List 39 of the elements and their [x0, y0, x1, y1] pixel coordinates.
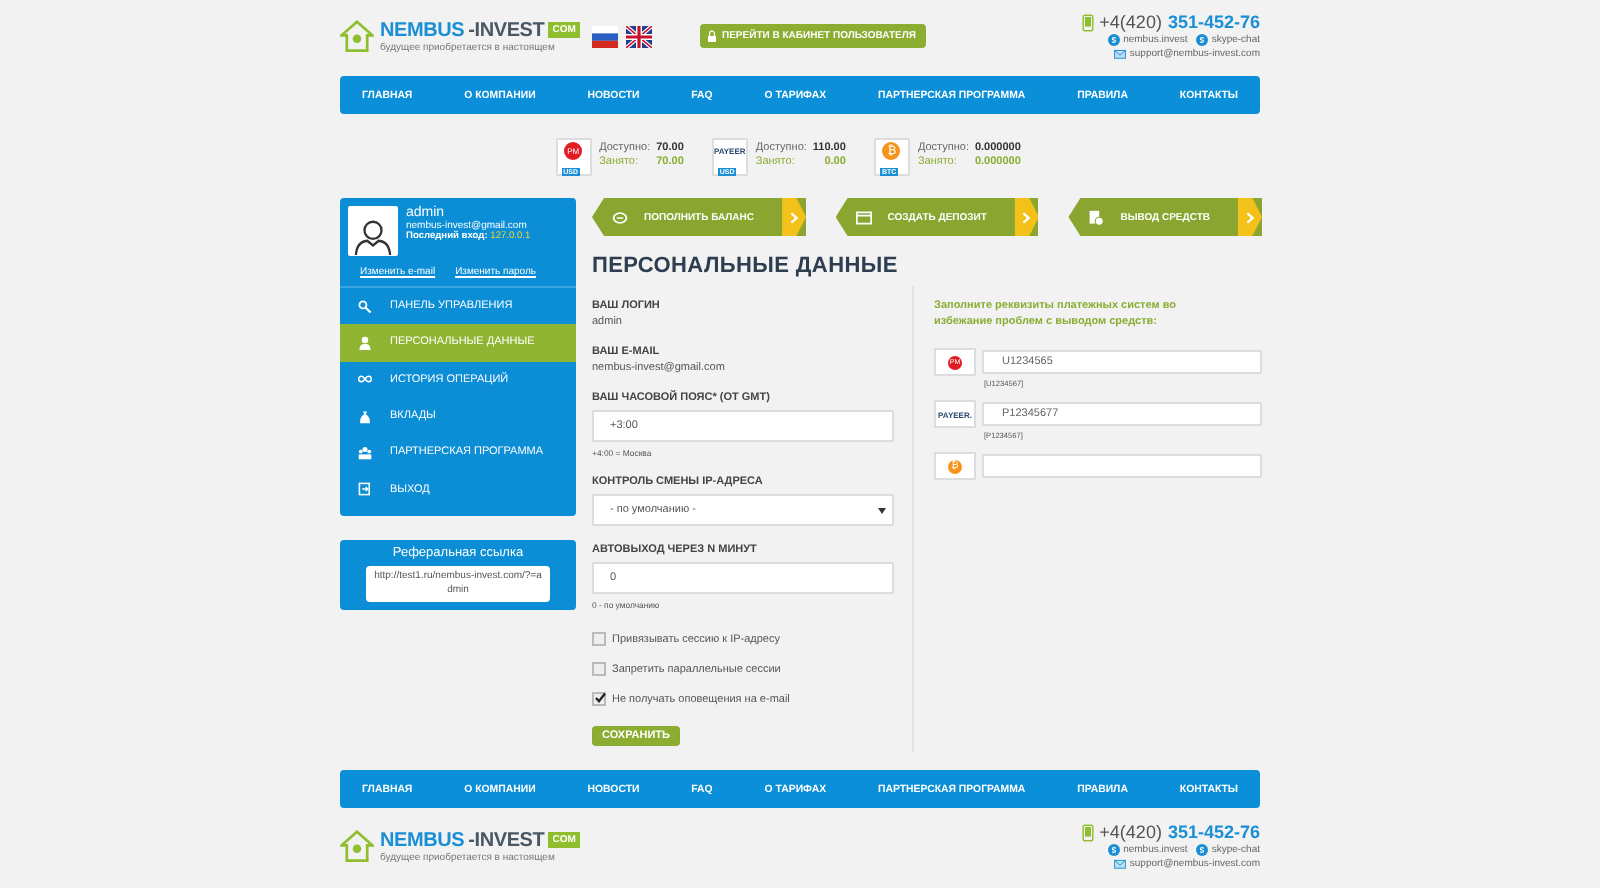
skype-icon — [1195, 34, 1208, 46]
phone-number: 351-452-76 — [1167, 12, 1260, 32]
phone-prefix: +4(420) — [1099, 12, 1162, 32]
logo-text: -INVEST — [468, 829, 545, 851]
person-icon — [358, 335, 372, 350]
phone-prefix: +4(420) — [1099, 822, 1162, 842]
skype-icon — [1107, 34, 1120, 46]
document-icon — [1088, 209, 1105, 225]
phone-icon — [1081, 13, 1094, 31]
mail-icon — [1113, 858, 1126, 870]
checkbox[interactable] — [592, 692, 606, 706]
russia-flag-icon — [592, 25, 618, 47]
chevron-icon — [790, 211, 799, 223]
wallet-input[interactable] — [982, 454, 1262, 478]
logo-text: NEMBUS — [380, 19, 465, 41]
logout-icon — [358, 482, 372, 497]
logo-text: NEMBUS — [380, 829, 465, 851]
checkbox[interactable] — [592, 662, 606, 676]
group-icon — [358, 445, 372, 460]
checkbox[interactable] — [592, 632, 606, 646]
skype-icon — [1107, 844, 1120, 856]
chevron-icon — [1022, 211, 1031, 223]
phone-number: 351-452-76 — [1167, 822, 1260, 842]
lock-icon — [708, 30, 716, 42]
chevron-icon — [1245, 211, 1254, 223]
money-bag-icon — [358, 409, 372, 424]
phone-icon — [1081, 823, 1094, 841]
house-icon — [340, 829, 374, 863]
uk-flag-icon — [626, 25, 652, 47]
mail-icon — [1113, 48, 1126, 60]
page-title: ПЕРСОНАЛЬНЫЕ ДАННЫЕ — [592, 254, 900, 278]
wallet-icon — [855, 209, 872, 225]
user-silhouette-icon — [354, 216, 392, 256]
caret-icon — [878, 507, 886, 513]
logo-text: -INVEST — [468, 19, 545, 41]
house-icon — [340, 19, 374, 53]
magnifier-icon — [358, 299, 372, 314]
infinity-icon — [358, 372, 372, 387]
skype-icon — [1195, 844, 1208, 856]
